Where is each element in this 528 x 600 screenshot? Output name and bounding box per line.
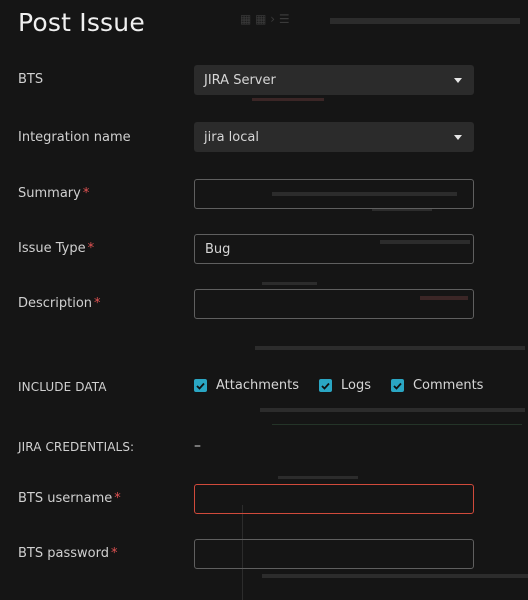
post-issue-modal: Post Issue BTS JIRA Server Integration n… — [0, 0, 528, 600]
bts-label-text: BTS — [18, 72, 44, 87]
description-label-text: Description — [18, 296, 93, 311]
issue-type-input[interactable] — [194, 234, 474, 264]
bts-username-label: BTS username * — [18, 491, 121, 506]
description-label: Description * — [18, 296, 101, 311]
bts-password-input[interactable] — [194, 539, 474, 569]
integration-name-label: Integration name — [18, 130, 131, 145]
include-data-options: Attachments Logs Comments — [194, 378, 503, 393]
checkmark-icon — [318, 379, 332, 392]
include-data-label-text: INCLUDE DATA — [18, 380, 107, 394]
attachments-checkbox[interactable]: Attachments — [194, 378, 299, 393]
include-data-label: INCLUDE DATA — [18, 380, 107, 394]
issue-type-label-text: Issue Type — [18, 241, 86, 256]
required-asterisk: * — [94, 296, 101, 311]
bts-label: BTS — [18, 72, 43, 87]
summary-label: Summary * — [18, 186, 89, 201]
modal-title: Post Issue — [18, 8, 145, 37]
logs-checkbox[interactable]: Logs — [318, 378, 371, 393]
attachments-label: Attachments — [216, 378, 299, 393]
jira-credentials-value: – — [194, 438, 201, 454]
chevron-down-icon — [454, 77, 462, 83]
checkmark-icon — [194, 379, 207, 392]
bts-password-label: BTS password * — [18, 546, 117, 561]
checkmark-icon — [390, 379, 404, 392]
integration-name-label-text: Integration name — [18, 130, 131, 145]
summary-input[interactable] — [194, 179, 474, 209]
comments-label: Comments — [412, 378, 484, 393]
description-input[interactable] — [194, 289, 474, 319]
summary-label-text: Summary — [18, 186, 81, 201]
required-asterisk: * — [82, 186, 90, 201]
bts-username-input[interactable] — [194, 484, 474, 514]
bts-select-value: JIRA Server — [204, 72, 276, 88]
issue-type-label: Issue Type * — [18, 241, 94, 256]
required-asterisk: * — [87, 241, 95, 256]
jira-credentials-label: JIRA CREDENTIALS: — [18, 440, 134, 454]
integration-name-value: jira local — [204, 129, 259, 145]
chevron-down-icon — [454, 134, 462, 140]
required-asterisk: * — [110, 546, 118, 561]
jira-credentials-label-text: JIRA CREDENTIALS: — [18, 440, 135, 454]
integration-name-select[interactable]: jira local — [194, 122, 474, 152]
required-asterisk: * — [114, 491, 121, 506]
comments-checkbox[interactable]: Comments — [390, 378, 484, 393]
bts-username-label-text: BTS username — [18, 491, 113, 506]
bts-password-label-text: BTS password — [18, 546, 109, 561]
logs-label: Logs — [340, 378, 371, 393]
bts-select[interactable]: JIRA Server — [194, 65, 474, 95]
